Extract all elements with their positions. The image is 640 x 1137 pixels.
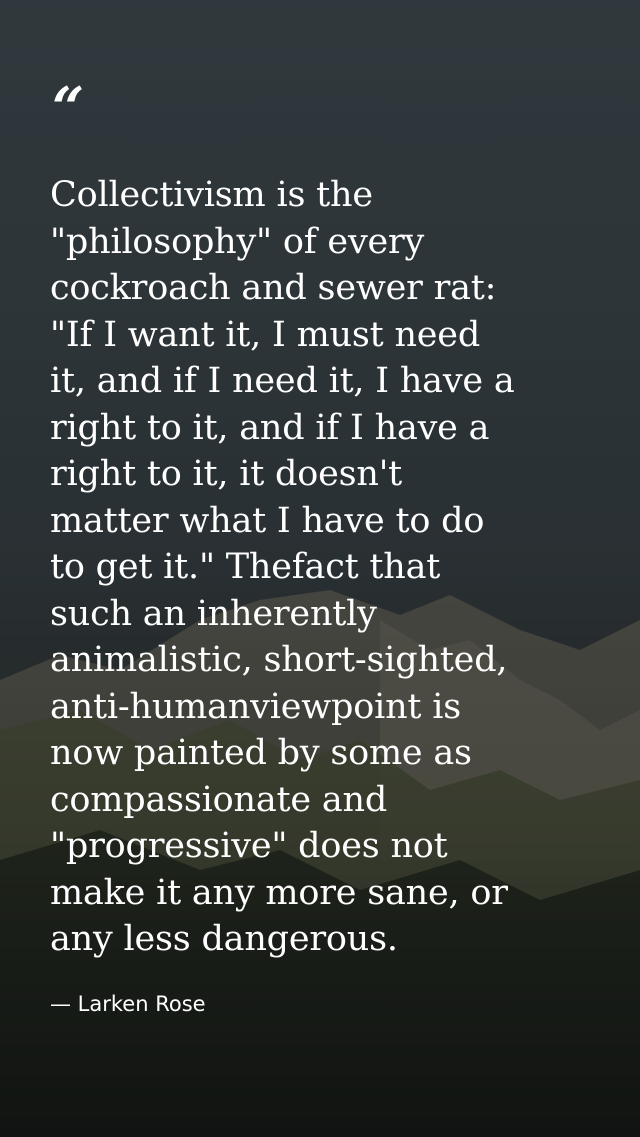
quote-line: to get it." Thefact that bbox=[50, 547, 441, 587]
quote-line: now painted by some as bbox=[50, 733, 472, 773]
quote-line: any less dangerous. bbox=[50, 919, 398, 959]
quote-line: "If I want it, I must need bbox=[50, 314, 481, 355]
quote-line: "progressive" does not bbox=[50, 826, 448, 866]
quote-line: right to it, and if I have a bbox=[50, 407, 490, 448]
quote-text: Collectivism is the "philosophy" of ever… bbox=[50, 172, 610, 963]
quote-line: cockroach and sewer rat: bbox=[50, 268, 497, 308]
quote-line: make it any more sane, or bbox=[50, 872, 508, 913]
quote-line: "philosophy" of every bbox=[50, 221, 425, 262]
quote-line: Collectivism is the bbox=[50, 175, 373, 215]
quote-line: compassionate and bbox=[50, 779, 388, 820]
quote-line: such an inherently bbox=[50, 593, 377, 634]
quote-line: right to it, it doesn't bbox=[50, 454, 402, 494]
quote-line: matter what I have to do bbox=[50, 500, 485, 541]
quote-line: it, and if I need it, I have a bbox=[50, 361, 515, 401]
quote-line: animalistic, short-sighted, bbox=[50, 640, 508, 680]
quote-mark-icon: “ bbox=[52, 75, 85, 141]
quote-line: anti-humanviewpoint is bbox=[50, 686, 461, 727]
quote-attribution: — Larken Rose bbox=[50, 992, 206, 1016]
